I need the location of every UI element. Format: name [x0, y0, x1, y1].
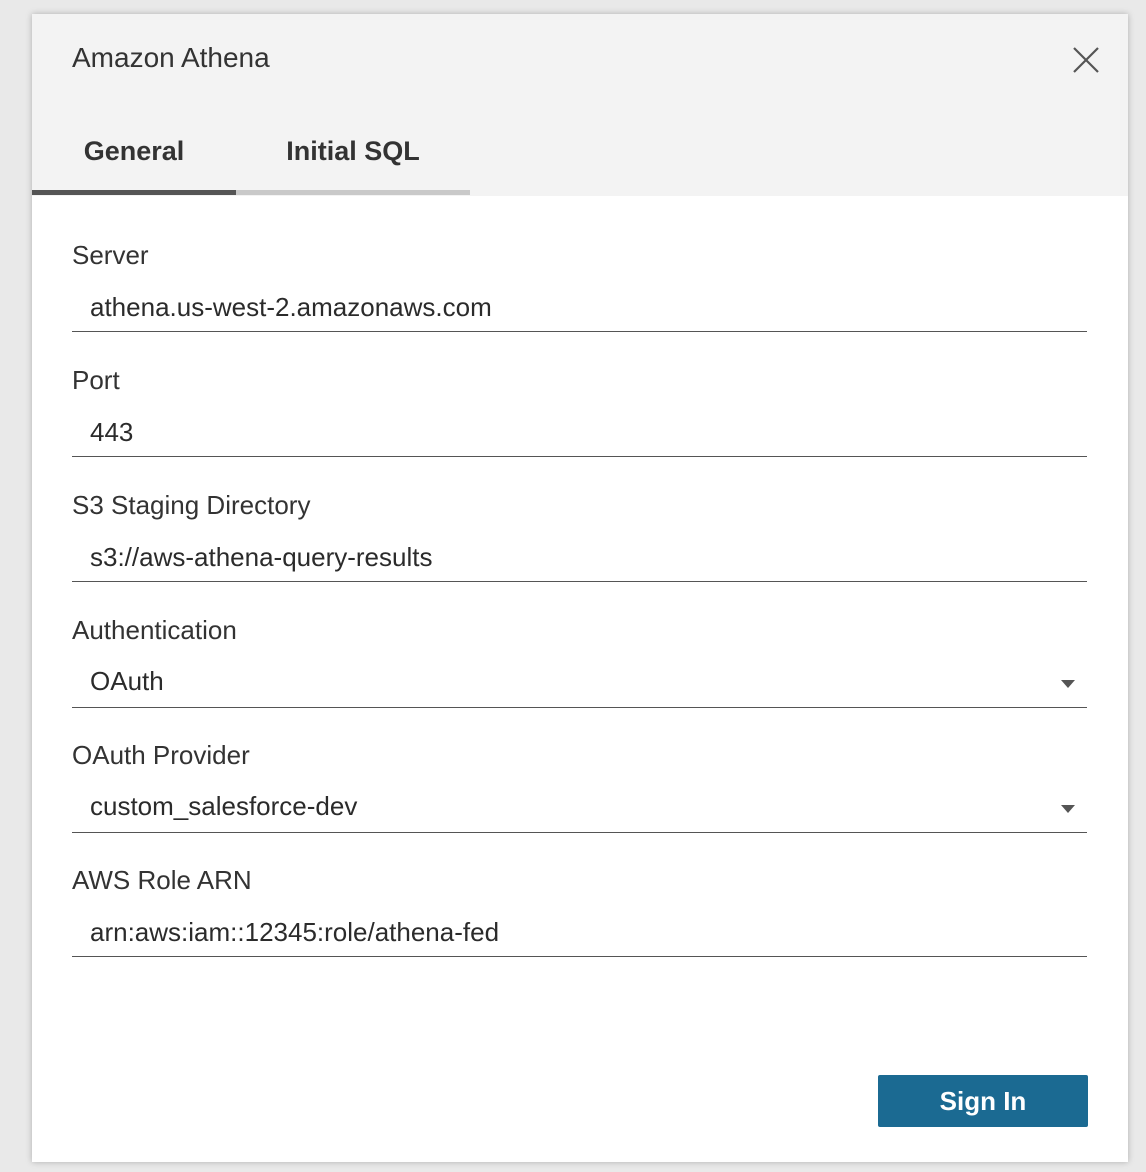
- server-input[interactable]: [72, 284, 1087, 332]
- s3-staging-directory-input[interactable]: [72, 534, 1087, 582]
- sign-in-button[interactable]: Sign In: [878, 1075, 1088, 1127]
- port-label: Port: [72, 365, 120, 395]
- chevron-down-icon: [1061, 805, 1075, 813]
- oauth-provider-label: OAuth Provider: [72, 740, 250, 770]
- tab-initial-sql[interactable]: Initial SQL: [236, 126, 470, 190]
- tab-bar: General Initial SQL: [32, 126, 470, 196]
- aws-role-arn-input[interactable]: [72, 909, 1087, 957]
- authentication-value: OAuth: [90, 666, 164, 696]
- server-label: Server: [72, 240, 149, 270]
- dialog-header: Amazon Athena General Initial SQL: [32, 14, 1128, 196]
- aws-role-arn-label: AWS Role ARN: [72, 865, 252, 895]
- close-button[interactable]: [1068, 42, 1104, 78]
- s3-staging-directory-label: S3 Staging Directory: [72, 490, 311, 520]
- authentication-select[interactable]: OAuth: [72, 660, 1087, 708]
- authentication-label: Authentication: [72, 615, 237, 645]
- oauth-provider-select[interactable]: custom_salesforce-dev: [72, 785, 1087, 833]
- dialog-title: Amazon Athena: [72, 42, 270, 73]
- port-input[interactable]: [72, 409, 1087, 457]
- close-icon: [1073, 47, 1099, 73]
- chevron-down-icon: [1061, 680, 1075, 688]
- tab-general[interactable]: General: [32, 126, 236, 190]
- active-tab-indicator: [32, 190, 236, 195]
- oauth-provider-value: custom_salesforce-dev: [90, 791, 358, 821]
- connection-dialog: Amazon Athena General Initial SQL Server…: [32, 14, 1128, 1162]
